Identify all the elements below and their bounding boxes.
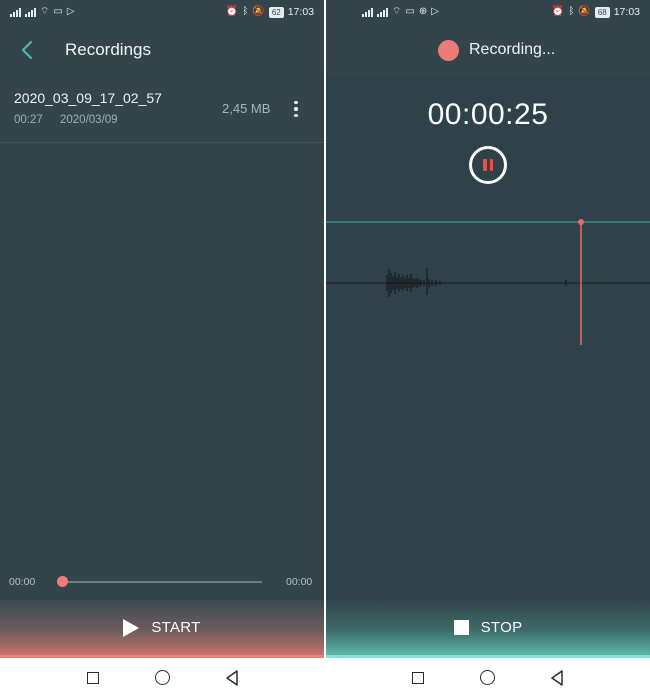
recordings-screen: ⌔ ▭ ▷ ⏰ ᛒ 🔕 62 17:03 Recordings 2020_03_…: [0, 0, 324, 658]
signal-icon: [362, 7, 373, 17]
recording-size: 2,45 MB: [222, 101, 271, 116]
status-bar: ⌔ ▭ ⊕ ▷ ⏰ ᛒ 🔕 68 17:03: [326, 0, 650, 24]
cast-icon: ▭: [405, 6, 415, 17]
status-bar: ⌔ ▭ ▷ ⏰ ᛒ 🔕 62 17:03: [0, 0, 324, 24]
alarm-icon: ⏰: [225, 6, 239, 17]
app-bar: Recordings: [0, 24, 324, 76]
status-icons-left: ⌔ ▭ ⊕ ▷: [362, 7, 439, 17]
mute-icon: 🔕: [252, 6, 265, 17]
status-time: 17:03: [613, 6, 640, 18]
recording-header: Recording...: [326, 24, 650, 76]
status-icons-left: ⌔ ▭ ▷: [10, 7, 75, 17]
status-icons-right: ⏰ ᛒ 🔕 68 17:03: [552, 6, 640, 18]
recording-status: Recording...: [469, 41, 556, 58]
start-button[interactable]: START: [0, 600, 324, 658]
signal-icon: [377, 7, 388, 17]
back-nav-button[interactable]: [549, 670, 565, 686]
pause-icon: [483, 159, 493, 171]
mute-icon: 🔕: [578, 6, 591, 17]
bluetooth-icon: ᛒ: [568, 6, 575, 17]
playhead-marker: [578, 219, 584, 225]
signal-icon: [25, 7, 36, 17]
stop-label: STOP: [480, 619, 523, 636]
play-store-icon: ▷: [66, 6, 75, 17]
more-options-button[interactable]: [288, 97, 304, 121]
battery-icon: 62: [268, 6, 284, 18]
recents-button[interactable]: [87, 672, 99, 684]
voice-icon: ⊕: [418, 6, 428, 17]
record-dot-icon: [438, 40, 459, 61]
current-time: 00:00: [9, 576, 36, 588]
recording-date: 2020/03/09: [60, 114, 118, 126]
play-store-icon: ▷: [431, 6, 439, 17]
back-nav-button[interactable]: [224, 670, 240, 686]
recents-button[interactable]: [412, 672, 424, 684]
cast-icon: ▭: [53, 6, 63, 17]
recording-list-item[interactable]: 2020_03_09_17_02_57 00:27 2020/03/09 2,4…: [0, 76, 324, 143]
waveform: [326, 219, 650, 345]
start-label: START: [151, 619, 201, 636]
bluetooth-icon: ᛒ: [242, 6, 249, 17]
wifi-icon: ⌔: [40, 6, 50, 17]
recording-name: 2020_03_09_17_02_57: [14, 90, 162, 106]
seek-thumb[interactable]: [57, 576, 68, 587]
home-button[interactable]: [480, 670, 495, 685]
playback-bar: 00:00 00:00: [0, 566, 324, 596]
home-button[interactable]: [155, 670, 170, 685]
more-vert-icon: [294, 100, 298, 118]
page-title: Recordings: [65, 40, 151, 59]
status-icons-right: ⏰ ᛒ 🔕 62 17:03: [226, 6, 314, 18]
recording-duration: 00:27: [14, 114, 43, 126]
play-icon: [123, 618, 140, 637]
recording-timer: 00:00:25: [427, 98, 549, 131]
chevron-left-icon: [21, 40, 33, 60]
navigation-bar: [0, 658, 650, 696]
stop-icon: [453, 620, 469, 635]
total-time: 00:00: [286, 576, 313, 588]
battery-icon: 68: [594, 6, 610, 18]
pause-button[interactable]: [469, 146, 507, 184]
wifi-icon: ⌔: [392, 6, 402, 17]
stop-button[interactable]: STOP: [326, 600, 650, 658]
seek-track[interactable]: [63, 581, 262, 583]
status-time: 17:03: [287, 6, 314, 18]
recording-screen: ⌔ ▭ ⊕ ▷ ⏰ ᛒ 🔕 68 17:03 Recording... 00:0…: [326, 0, 650, 658]
back-button[interactable]: [18, 39, 38, 61]
alarm-icon: ⏰: [551, 6, 565, 17]
signal-icon: [10, 7, 21, 17]
